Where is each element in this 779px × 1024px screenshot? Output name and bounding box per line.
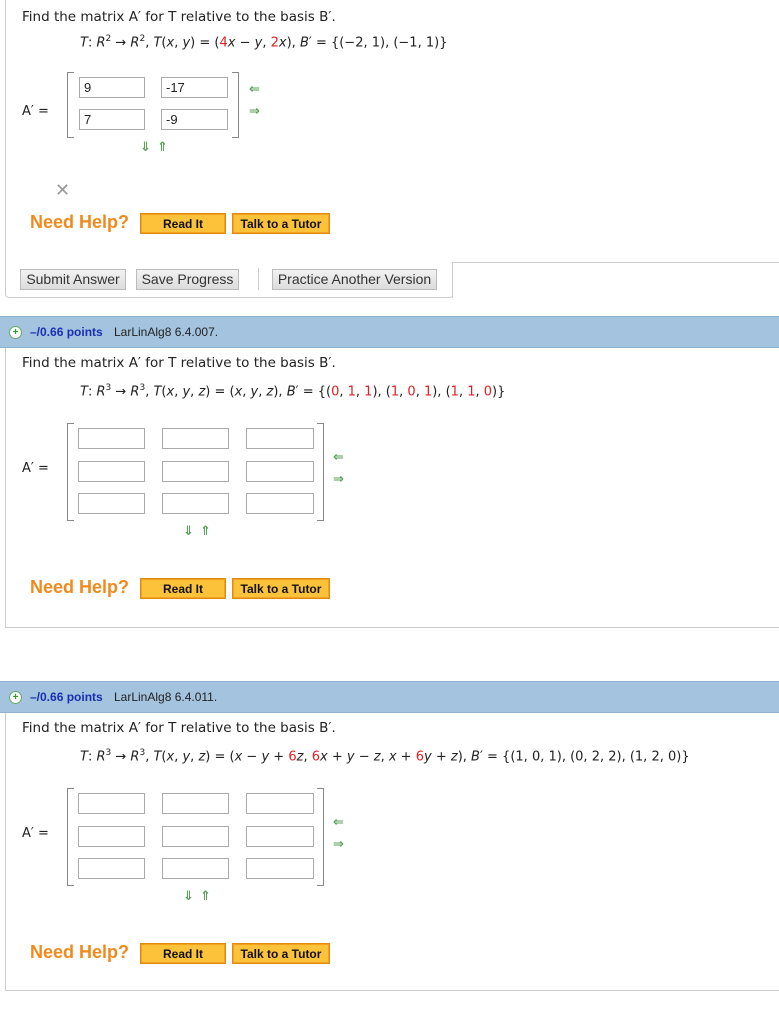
matrix-input[interactable] xyxy=(78,461,145,482)
matrix-label: A′ = xyxy=(22,826,49,841)
matrix-input[interactable] xyxy=(246,461,314,482)
matrix-label: A′ = xyxy=(22,104,49,119)
add-row-icon[interactable]: ⇓ xyxy=(183,889,194,904)
question-text: Find the matrix A′ for T relative to the… xyxy=(22,9,336,25)
matrix-input[interactable] xyxy=(78,428,145,449)
matrix-label: A′ = xyxy=(22,461,49,476)
matrix-input[interactable] xyxy=(162,461,229,482)
read-it-button[interactable]: Read It xyxy=(140,578,226,599)
need-help-label: Need Help? xyxy=(30,212,130,232)
remove-row-icon[interactable]: ⇑ xyxy=(200,524,211,539)
expand-plus-icon[interactable]: + xyxy=(9,326,22,339)
matrix-input[interactable] xyxy=(246,826,314,847)
submit-answer-button[interactable]: Submit Answer xyxy=(20,269,126,290)
problem-2-header: + –/0.66 points LarLinAlg8 6.4.007. xyxy=(0,316,779,348)
remove-column-icon[interactable]: ⇐ xyxy=(249,82,260,97)
matrix-input[interactable] xyxy=(78,826,145,847)
problem-source: LarLinAlg8 6.4.011. xyxy=(114,690,218,704)
question-text: Find the matrix A′ for T relative to the… xyxy=(22,720,336,736)
practice-another-version-button[interactable]: Practice Another Version xyxy=(272,269,437,290)
divider xyxy=(258,268,259,290)
matrix-input[interactable] xyxy=(162,428,229,449)
points: –/0.66 points xyxy=(30,690,103,704)
matrix-input[interactable] xyxy=(162,826,229,847)
read-it-button[interactable]: Read It xyxy=(140,213,226,234)
points: –/0.66 points xyxy=(30,325,103,339)
matrix-input[interactable] xyxy=(246,858,314,879)
matrix-input[interactable]: -9 xyxy=(161,109,228,130)
question-text: Find the matrix A′ for T relative to the… xyxy=(22,355,336,371)
matrix-input[interactable] xyxy=(78,858,145,879)
matrix-input[interactable] xyxy=(78,793,145,814)
matrix-input[interactable] xyxy=(246,493,314,514)
remove-column-icon[interactable]: ⇐ xyxy=(333,815,344,830)
add-row-icon[interactable]: ⇓ xyxy=(183,524,194,539)
matrix-input[interactable] xyxy=(78,493,145,514)
remove-row-icon[interactable]: ⇑ xyxy=(200,889,211,904)
matrix-input[interactable] xyxy=(246,793,314,814)
matrix-input[interactable] xyxy=(246,428,314,449)
matrix-input[interactable]: 9 xyxy=(79,77,145,98)
remove-column-icon[interactable]: ⇐ xyxy=(333,450,344,465)
talk-to-tutor-button[interactable]: Talk to a Tutor xyxy=(232,578,330,599)
need-help-label: Need Help? xyxy=(30,577,130,597)
bracket-right xyxy=(317,423,324,521)
read-it-button[interactable]: Read It xyxy=(140,943,226,964)
matrix-input[interactable]: 7 xyxy=(79,109,145,130)
matrix-input[interactable] xyxy=(162,858,229,879)
matrix-input[interactable]: -17 xyxy=(161,77,228,98)
problem-1-border-right xyxy=(452,262,779,298)
add-row-icon[interactable]: ⇓ xyxy=(140,140,151,155)
bracket-right xyxy=(317,788,324,886)
formula: T: R2 → R2, T(x, y) = (4x − y, 2x), B′ =… xyxy=(80,34,448,51)
expand-plus-icon[interactable]: + xyxy=(9,691,22,704)
formula: T: R3 → R3, T(x, y, z) = (x − y + 6z, 6x… xyxy=(80,748,690,765)
add-column-icon[interactable]: ⇒ xyxy=(333,837,344,852)
talk-to-tutor-button[interactable]: Talk to a Tutor xyxy=(232,943,330,964)
bracket-left xyxy=(67,788,74,886)
incorrect-x-icon: ✕ xyxy=(55,180,71,201)
add-column-icon[interactable]: ⇒ xyxy=(333,472,344,487)
matrix-input[interactable] xyxy=(162,493,229,514)
bracket-right xyxy=(232,72,239,138)
add-column-icon[interactable]: ⇒ xyxy=(249,104,260,119)
matrix-input[interactable] xyxy=(162,793,229,814)
need-help-label: Need Help? xyxy=(30,942,130,962)
bracket-left xyxy=(67,72,74,138)
problem-source: LarLinAlg8 6.4.007. xyxy=(114,325,219,339)
remove-row-icon[interactable]: ⇑ xyxy=(157,140,168,155)
bracket-left xyxy=(67,423,74,521)
talk-to-tutor-button[interactable]: Talk to a Tutor xyxy=(232,213,330,234)
formula: T: R3 → R3, T(x, y, z) = (x, y, z), B′ =… xyxy=(80,383,506,400)
save-progress-button[interactable]: Save Progress xyxy=(136,269,239,290)
problem-3-header: + –/0.66 points LarLinAlg8 6.4.011. xyxy=(0,681,779,713)
